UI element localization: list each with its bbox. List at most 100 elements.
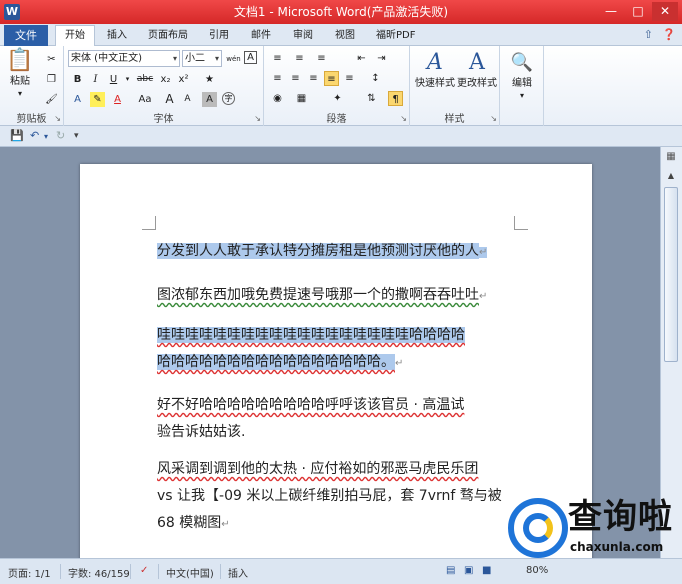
shrink-font-icon[interactable]: A: [180, 92, 195, 107]
paragraph-mark: ↵: [479, 247, 488, 258]
align-center-icon[interactable]: ≡: [288, 71, 303, 86]
chevron-down-icon: ▾: [214, 54, 219, 63]
insert-mode-indicator[interactable]: 插入: [228, 565, 248, 580]
borders-icon[interactable]: ▦: [294, 91, 309, 106]
paragraph-5-line-3: 68 模糊图: [157, 515, 222, 531]
font-name-combo[interactable]: 宋体 (中文正文) ▾: [68, 50, 180, 67]
proofing-icon[interactable]: ✓: [140, 565, 148, 576]
show-marks-icon[interactable]: ¶: [388, 91, 403, 106]
tab-file[interactable]: 文件: [4, 25, 48, 46]
paste-icon: 📋: [6, 48, 34, 73]
tab-page-layout[interactable]: 页面布局: [148, 26, 188, 46]
paragraph-3[interactable]: 哇哇哇哇哇哇哇哇哇哇哇哇哇哇哇哇哇哇哈哈哈哈 哈哈哈哈哈哈哈哈哈哈哈哈哈哈哈哈。…: [157, 322, 517, 377]
sort-icon[interactable]: ⇅: [364, 91, 379, 106]
zoom-level[interactable]: 80%: [526, 565, 548, 576]
grow-font-icon[interactable]: A: [162, 92, 177, 107]
redo-icon[interactable]: ↻: [56, 129, 65, 142]
paste-button[interactable]: 📋 粘贴 ▾: [4, 48, 36, 100]
undo-icon[interactable]: ↶: [30, 129, 39, 142]
format-painter-icon[interactable]: 🖌: [44, 92, 59, 107]
italic-button[interactable]: I: [88, 72, 103, 87]
maximize-button[interactable]: □: [625, 2, 651, 21]
change-styles-icon: A: [469, 50, 485, 75]
save-icon[interactable]: 💾: [10, 129, 24, 142]
scroll-thumb[interactable]: [664, 187, 678, 362]
text-effect-icon[interactable]: A: [70, 92, 85, 107]
status-divider: [130, 564, 131, 579]
phonetic-guide-icon[interactable]: wén: [226, 51, 241, 66]
undo-dropdown-icon[interactable]: ▾: [44, 132, 48, 141]
view-print-layout-icon[interactable]: ▤: [446, 565, 455, 576]
line-spacing-icon[interactable]: ↕: [368, 71, 383, 86]
quick-styles-label: 快速样式: [415, 78, 455, 89]
font-expand-icon[interactable]: ↘: [254, 114, 261, 123]
tab-foxit-pdf[interactable]: 福昕PDF: [376, 26, 415, 46]
paragraph-5-line-1: 风采调到调到他的太热 · 应付裕如的邪恶马虎民乐团: [157, 461, 479, 477]
align-left-icon[interactable]: ≡: [270, 71, 285, 86]
paragraph-3-line-2: 哈哈哈哈哈哈哈哈哈哈哈哈哈哈哈哈。: [157, 354, 395, 370]
font-size-value: 小二: [185, 53, 205, 64]
language-indicator[interactable]: 中文(中国): [166, 565, 214, 580]
ruler-toggle-icon[interactable]: ▦: [664, 151, 678, 165]
text-effects-icon[interactable]: ★: [202, 72, 217, 87]
tab-review[interactable]: 审阅: [293, 26, 313, 46]
styles-expand-icon[interactable]: ↘: [490, 114, 497, 123]
align-right-icon[interactable]: ≡: [306, 71, 321, 86]
font-size-combo[interactable]: 小二 ▾: [182, 50, 222, 67]
change-case-icon[interactable]: Aa: [134, 92, 156, 107]
view-fullscreen-icon[interactable]: ▣: [464, 565, 473, 576]
paragraph-group-label: 段落: [326, 114, 347, 125]
enclose-char-icon[interactable]: 字: [222, 92, 235, 105]
tab-mailings[interactable]: 邮件: [251, 26, 271, 46]
customize-qat-icon[interactable]: ▾: [74, 131, 79, 141]
justify-icon[interactable]: ≡: [324, 71, 339, 86]
change-styles-button[interactable]: A 更改样式: [456, 50, 498, 90]
underline-dropdown-icon[interactable]: ▾: [120, 72, 135, 87]
styles-group: A 快速样式 A 更改样式 样式 ↘: [410, 46, 500, 126]
subscript-button[interactable]: x₂: [158, 72, 173, 87]
font-color-icon[interactable]: A: [110, 92, 125, 107]
close-button[interactable]: ✕: [652, 2, 678, 21]
bold-button[interactable]: B: [70, 72, 85, 87]
decrease-indent-icon[interactable]: ⇤: [354, 51, 369, 66]
numbering-icon[interactable]: ≡: [292, 51, 307, 66]
paragraph-4-line-1: 好不好哈哈哈哈哈哈哈哈哈呼呼该该官员 · 高温试: [157, 397, 465, 413]
tab-insert[interactable]: 插入: [107, 26, 127, 46]
minimize-button[interactable]: —: [598, 2, 624, 21]
paragraph-2[interactable]: 图浓郁东西加哦免费提速号哦那一个的撒啊吞吞吐吐↵: [157, 282, 517, 310]
superscript-button[interactable]: x²: [176, 72, 191, 87]
distributed-icon[interactable]: ≡: [342, 71, 357, 86]
char-shading-icon[interactable]: A: [202, 92, 217, 107]
paragraph-1[interactable]: 分发到人人敢于承认特分摊房租是他预测讨厌他的人↵: [157, 238, 517, 266]
clipboard-expand-icon[interactable]: ↘: [54, 114, 61, 123]
view-web-icon[interactable]: ■: [482, 565, 491, 576]
highlight-color-icon[interactable]: ✎: [90, 92, 105, 107]
cut-icon[interactable]: ✂: [44, 52, 59, 67]
paragraph-5[interactable]: 风采调到调到他的太热 · 应付裕如的邪恶马虎民乐团 vs 让我【-09 米以上碳…: [157, 456, 517, 538]
word-count[interactable]: 字数: 46/159: [68, 565, 130, 580]
copy-icon[interactable]: ❐: [44, 72, 59, 87]
char-border-icon[interactable]: A: [244, 51, 257, 64]
page-count[interactable]: 页面: 1/1: [8, 565, 51, 580]
chinese-layout-icon[interactable]: ✦: [330, 91, 345, 106]
paragraph-expand-icon[interactable]: ↘: [400, 114, 407, 123]
multilevel-list-icon[interactable]: ≡: [314, 51, 329, 66]
tab-view[interactable]: 视图: [335, 26, 355, 46]
margin-corner-tl: [142, 216, 156, 230]
tab-references[interactable]: 引用: [209, 26, 229, 46]
paragraph-mark: ↵: [395, 358, 404, 369]
editing-label: 编辑: [512, 78, 532, 89]
strikethrough-button[interactable]: abc: [134, 72, 156, 87]
paragraph-1-line-1: 分发到人人敢于承认特分摊房租是他预测讨厌他的人: [157, 243, 479, 259]
paragraph-4[interactable]: 好不好哈哈哈哈哈哈哈哈哈呼呼该该官员 · 高温试 验告诉姑姑该.: [157, 392, 517, 446]
shading-icon[interactable]: ◉: [270, 91, 285, 106]
increase-indent-icon[interactable]: ⇥: [374, 51, 389, 66]
help-icon[interactable]: ❓: [662, 28, 676, 41]
editing-button[interactable]: 🔍 编辑 ▾: [504, 50, 540, 102]
quick-styles-button[interactable]: A 快速样式: [414, 50, 456, 90]
scroll-up-icon[interactable]: ▲: [664, 169, 678, 183]
underline-button[interactable]: U: [106, 72, 121, 87]
tab-home[interactable]: 开始: [55, 25, 95, 47]
bullets-icon[interactable]: ≡: [270, 51, 285, 66]
collapse-ribbon-icon[interactable]: ⇧: [644, 28, 653, 41]
